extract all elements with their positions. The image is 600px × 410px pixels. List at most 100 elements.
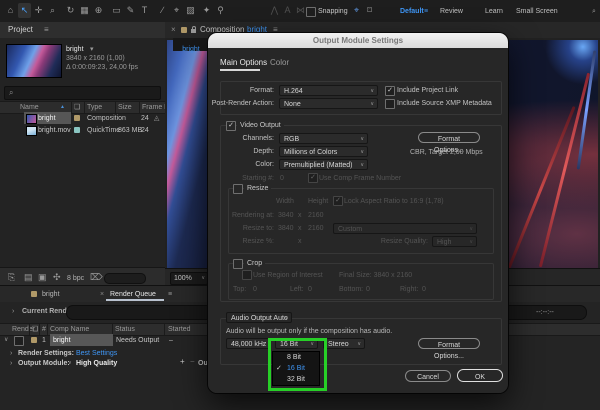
pan-behind-tool-icon[interactable]: ⊕ xyxy=(92,3,105,18)
resize-checkbox[interactable] xyxy=(233,184,243,194)
tab-render-queue[interactable]: Render Queue xyxy=(110,290,156,299)
project-item-dropdown-icon[interactable]: ▾ xyxy=(90,45,94,54)
tab-main-options[interactable]: Main Options xyxy=(220,58,267,68)
new-composition-icon[interactable]: ▣ xyxy=(38,272,47,283)
menu-item-16-bit[interactable]: ✓ 16 Bit xyxy=(273,363,319,374)
workspace-default[interactable]: Default xyxy=(400,7,424,16)
render-checkbox[interactable] xyxy=(14,336,24,346)
workspace-search-icon[interactable]: ⌕ xyxy=(592,7,596,16)
audio-format-options-button[interactable]: Format Options... xyxy=(418,338,480,349)
depth-value: Millions of Colors xyxy=(284,149,337,156)
column-status[interactable]: Status xyxy=(115,325,135,334)
workspace-menu-icon[interactable]: ≡ xyxy=(424,7,428,16)
column-size[interactable]: Size xyxy=(118,103,132,112)
audio-channels-dropdown[interactable]: Stereo ∨ xyxy=(323,338,365,349)
channels-value: RGB xyxy=(284,136,299,143)
close-icon[interactable]: × xyxy=(171,25,176,35)
workspace-small-screen[interactable]: Small Screen xyxy=(516,7,558,16)
bit-depth-dropdown[interactable]: 16 Bit ∨ xyxy=(275,338,318,349)
project-item-name[interactable]: bright xyxy=(66,45,84,54)
eraser-tool-icon[interactable]: ▨ xyxy=(184,3,197,18)
ok-button[interactable]: OK xyxy=(457,369,503,382)
render-queue-menu-icon[interactable]: ≡ xyxy=(168,290,172,299)
home-icon[interactable]: ⌂ xyxy=(4,3,17,18)
project-search-input[interactable]: ⌕ xyxy=(4,86,161,100)
include-project-link-checkbox[interactable]: ✓ xyxy=(385,86,395,96)
label-column-icon[interactable]: ❏ xyxy=(32,325,38,334)
video-output-checkbox[interactable]: ✓ xyxy=(226,121,236,131)
cancel-button[interactable]: Cancel xyxy=(405,370,451,382)
snapping-checkbox[interactable] xyxy=(306,7,316,17)
render-settings-value[interactable]: Best Settings xyxy=(76,349,117,358)
project-panel-menu-icon[interactable]: ≡ xyxy=(44,25,49,35)
remove-output-module-button[interactable]: − xyxy=(190,357,195,367)
shape-tool-icon[interactable]: ▭ xyxy=(110,3,123,18)
column-type[interactable]: Type xyxy=(87,103,102,112)
depth-dropdown[interactable]: Millions of Colors ∨ xyxy=(279,146,368,157)
column-number[interactable]: # xyxy=(42,325,46,334)
audio-output-auto-dropdown[interactable]: Audio Output Auto ∨ xyxy=(226,312,292,323)
column-comp-name[interactable]: Comp Name xyxy=(50,325,89,334)
orbit-tool-icon[interactable]: ↻ xyxy=(64,3,77,18)
channels-dropdown[interactable]: RGB ∨ xyxy=(279,133,368,144)
crop-checkbox[interactable] xyxy=(233,259,243,269)
project-panel-title: Project xyxy=(8,25,33,35)
color-dropdown[interactable]: Premultiplied (Matted) ∨ xyxy=(279,159,368,170)
render-settings-label: Render Settings: xyxy=(18,349,74,358)
pen-tool-icon[interactable]: ✎ xyxy=(124,3,137,18)
new-folder-icon[interactable]: ▤ xyxy=(24,272,33,283)
snap-option2-icon[interactable]: ⌑ xyxy=(363,3,376,18)
sample-rate-dropdown[interactable]: 48,000 kHz ∨ xyxy=(226,338,270,349)
format-value: H.264 xyxy=(284,88,303,95)
bpc-indicator[interactable]: 8 bpc xyxy=(67,274,84,283)
brush-tool-icon[interactable]: ∕ xyxy=(156,3,169,18)
adjust-icon[interactable]: ✣ xyxy=(53,272,61,283)
x-separator: x xyxy=(298,211,302,220)
interpret-footage-icon[interactable]: ⎘ xyxy=(8,272,15,283)
expand-chevron-icon[interactable]: ∨ xyxy=(4,336,8,343)
collapse-chevron-icon[interactable]: › xyxy=(10,349,12,358)
viewer-tab-bright[interactable]: bright xyxy=(173,38,209,51)
add-output-module-button[interactable]: + xyxy=(180,357,185,367)
menu-item-32-bit[interactable]: 32 Bit xyxy=(273,374,319,385)
chevron-down-icon[interactable]: ∨ xyxy=(68,350,72,356)
output-module-settings-dialog: Output Module Settings Main Options Colo… xyxy=(208,33,508,393)
label-column-icon[interactable]: ❏ xyxy=(74,103,80,112)
column-name[interactable]: Name xyxy=(20,103,39,112)
camera-tool-icon[interactable]: ▦ xyxy=(78,3,91,18)
snap-option-icon[interactable]: ⌖ xyxy=(350,3,363,18)
sample-rate-value: 48,000 kHz xyxy=(231,341,266,348)
puppet-pin-tool-icon[interactable]: ⚲ xyxy=(214,3,227,18)
trash-icon[interactable]: ⌦ xyxy=(90,272,103,283)
roto-brush-tool-icon[interactable]: ✦ xyxy=(200,3,213,18)
workspace-learn[interactable]: Learn xyxy=(485,7,503,16)
clone-stamp-tool-icon[interactable]: ⌖ xyxy=(170,3,183,18)
menu-item-8-bit[interactable]: 8 Bit xyxy=(273,352,319,363)
label-swatch-teal[interactable] xyxy=(74,127,80,133)
tab-bright[interactable]: bright xyxy=(42,290,60,299)
collapse-chevron-icon[interactable]: › xyxy=(10,359,12,368)
workspace-review[interactable]: Review xyxy=(440,7,463,16)
project-row-bright-mov[interactable]: bright.mov QuickTime 863 MB 24 xyxy=(0,124,165,136)
close-icon[interactable]: × xyxy=(100,290,104,299)
video-format-options-button[interactable]: Format Options... xyxy=(418,132,480,143)
zoom-level-dropdown[interactable]: 100% ∨ xyxy=(170,272,208,285)
column-started[interactable]: Started xyxy=(168,325,191,334)
crop-bottom-value: 0 xyxy=(366,285,370,294)
dialog-title-bar[interactable]: Output Module Settings xyxy=(208,33,508,48)
collapse-chevron-icon[interactable]: › xyxy=(12,307,14,316)
tab-color[interactable]: Color xyxy=(270,58,289,68)
zoom-tool-icon[interactable]: ⌕ xyxy=(46,3,59,18)
include-xmp-checkbox[interactable] xyxy=(385,99,395,109)
format-dropdown[interactable]: H.264 ∨ xyxy=(279,85,378,96)
selection-tool-icon[interactable]: ↖ xyxy=(18,3,31,18)
chevron-down-icon[interactable]: ∨ xyxy=(68,360,72,366)
output-module-value[interactable]: High Quality xyxy=(76,359,117,368)
hand-tool-icon[interactable]: ✛ xyxy=(32,3,45,18)
sort-ascending-icon[interactable]: ▲ xyxy=(60,104,65,110)
label-swatch-tan[interactable] xyxy=(74,115,80,121)
post-render-action-dropdown[interactable]: None ∨ xyxy=(279,98,378,109)
type-tool-icon[interactable]: T xyxy=(138,3,151,18)
project-row-bright[interactable]: bright Composition 24 ◬ xyxy=(0,112,165,124)
queue-label-swatch[interactable] xyxy=(31,337,37,343)
